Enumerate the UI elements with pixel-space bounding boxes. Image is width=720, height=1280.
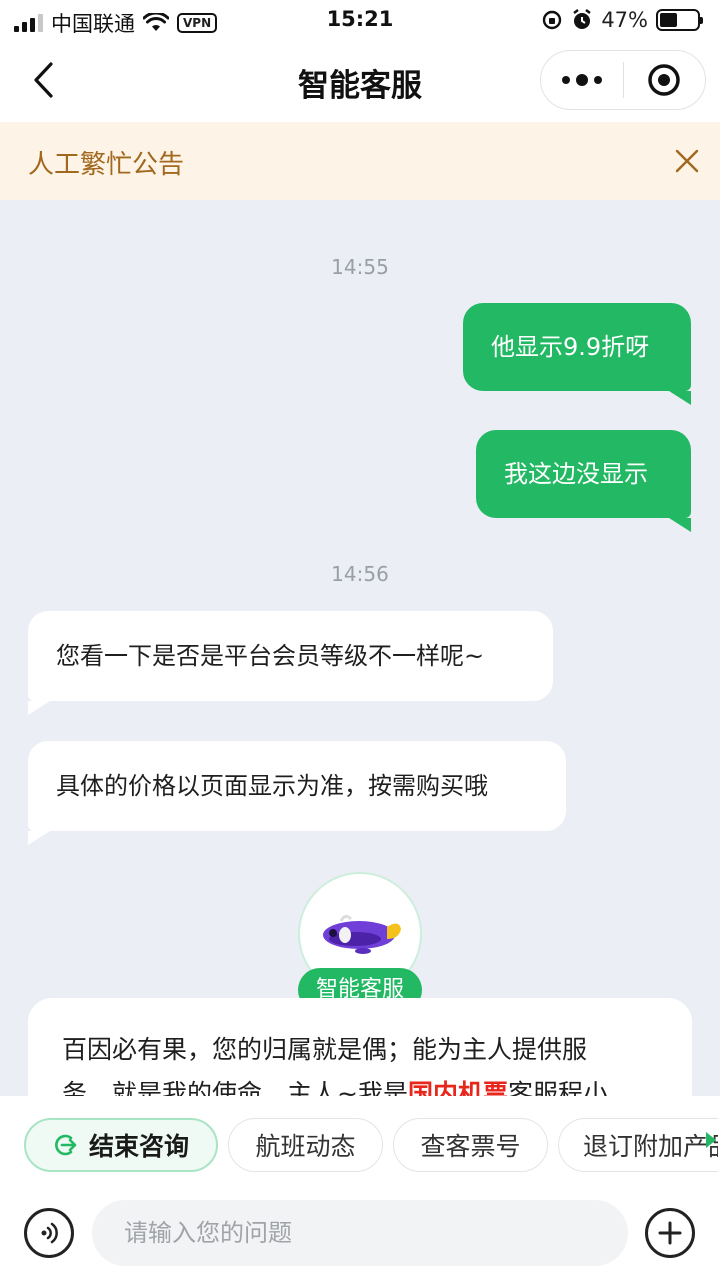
refund-addon-chip[interactable]: 退订附加产品 [558, 1118, 718, 1172]
quick-actions-bar[interactable]: 结束咨询 航班动态 查客票号 退订附加产品 [0, 1096, 720, 1192]
chat-area[interactable]: 14:55 他显示9.9折呀 我这边没显示 14:56 您看一下是否是平台会员等… [0, 200, 720, 1096]
intro-line: 百因必有果，您的归属就是偶；能为主人提供服 [62, 1035, 588, 1064]
chip-label: 查客票号 [420, 1132, 521, 1161]
end-consultation-button[interactable]: 结束咨询 [24, 1118, 218, 1172]
notice-text: 人工繁忙公告 [28, 150, 185, 180]
battery-icon [656, 9, 703, 31]
status-right: 47% [541, 8, 703, 32]
ticket-number-chip[interactable]: 查客票号 [393, 1118, 548, 1172]
rotation-lock-icon [543, 10, 562, 30]
status-bar: 中国联通 VPN 15:21 47% [0, 0, 720, 40]
airplane-mascot-icon [323, 914, 401, 954]
notice-banner[interactable]: 人工繁忙公告 [0, 122, 720, 200]
timestamp: 14:55 [331, 255, 389, 279]
chip-label: 航班动态 [255, 1132, 356, 1161]
exit-icon [53, 1132, 79, 1158]
outgoing-message[interactable]: 他显示9.9折呀 [463, 303, 691, 391]
exit-miniprogram-button[interactable] [624, 63, 706, 97]
chip-label: 结束咨询 [88, 1132, 189, 1161]
bot-intro-card[interactable]: 百因必有果，您的归属就是偶；能为主人提供服 务，就是我的使命。主人~我是国内机票… [28, 998, 692, 1096]
highlight-text: 国内机票 [407, 1079, 508, 1096]
message-text: 我这边没显示 [504, 460, 648, 488]
scroll-right-icon[interactable] [706, 1132, 716, 1148]
message-text: 他显示9.9折呀 [491, 333, 650, 361]
plus-icon [658, 1221, 682, 1245]
alarm-icon [573, 9, 592, 29]
more-dots-icon [561, 76, 570, 84]
battery-percent: 47% [601, 8, 648, 32]
miniprogram-capsule [540, 50, 706, 110]
incoming-message[interactable]: 您看一下是否是平台会员等级不一样呢~ [28, 611, 553, 701]
bubble-tail [28, 831, 50, 845]
bubble-tail [669, 391, 691, 405]
voice-icon [41, 1222, 58, 1244]
voice-button[interactable] [24, 1208, 74, 1258]
incoming-message[interactable]: 具体的价格以页面显示为准，按需购买哦 [28, 741, 566, 831]
target-icon [648, 64, 680, 96]
question-input[interactable] [92, 1200, 628, 1266]
message-text: 具体的价格以页面显示为准，按需购买哦 [56, 772, 488, 800]
timestamp: 14:56 [331, 562, 389, 586]
chip-label: 退订附加产品 [583, 1132, 718, 1161]
intro-line: 务，就是我的使命。主人~我是国内机票客服程小 [62, 1072, 658, 1096]
close-icon[interactable] [672, 146, 702, 176]
plus-button[interactable] [645, 1208, 695, 1258]
more-button[interactable] [541, 74, 623, 86]
bubble-tail [669, 518, 691, 532]
flight-status-chip[interactable]: 航班动态 [228, 1118, 383, 1172]
outgoing-message[interactable]: 我这边没显示 [476, 430, 691, 518]
input-bar [0, 1192, 720, 1280]
message-text: 您看一下是否是平台会员等级不一样呢~ [56, 642, 485, 670]
header: 智能客服 [0, 40, 720, 122]
bubble-tail [28, 701, 50, 715]
